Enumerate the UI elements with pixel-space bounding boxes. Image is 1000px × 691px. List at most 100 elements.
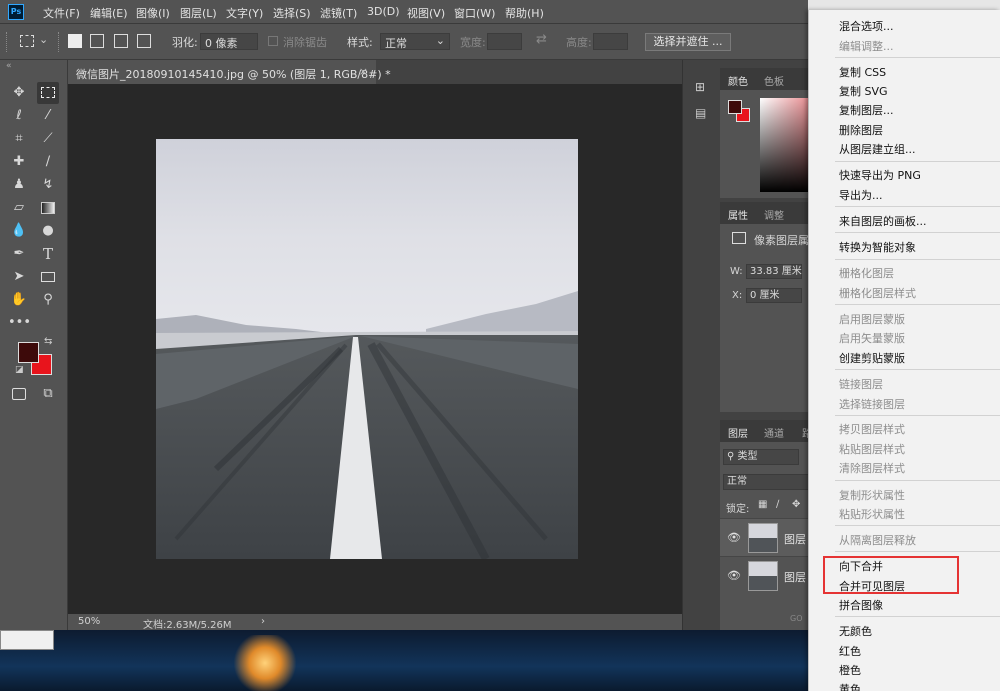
menu-help[interactable]: 帮助(H): [505, 5, 544, 21]
menu-3d[interactable]: 3D(D): [367, 5, 400, 18]
options-grip-icon[interactable]: [6, 32, 9, 52]
layer-name[interactable]: 图层: [784, 569, 806, 585]
tab-channels[interactable]: 通道: [764, 425, 784, 440]
layer-row[interactable]: 👁 图层: [720, 556, 810, 594]
panel-foreground-swatch[interactable]: [728, 100, 742, 114]
gradient-icon[interactable]: [37, 197, 59, 219]
lock-transparent-icon[interactable]: ▦: [758, 499, 767, 510]
tab-adjustments[interactable]: 调整: [764, 207, 784, 222]
swap-colors-icon[interactable]: ⇆: [44, 336, 52, 347]
screen-mode-icon[interactable]: ⧉: [37, 383, 59, 405]
menu-item-export-as[interactable]: 导出为...: [839, 187, 883, 203]
menu-item-yellow[interactable]: 黄色: [839, 681, 861, 691]
swap-dimensions-icon[interactable]: ⇄: [536, 32, 547, 47]
menu-item-orange[interactable]: 橙色: [839, 662, 861, 678]
tab-swatches[interactable]: 色板: [764, 73, 784, 88]
pen-icon[interactable]: ✒: [8, 243, 30, 265]
menu-item-copy-svg[interactable]: 复制 SVG: [839, 83, 888, 99]
menu-item-create-clipping-mask[interactable]: 创建剪贴蒙版: [839, 350, 905, 366]
menu-file[interactable]: 文件(F): [43, 5, 80, 21]
style-select[interactable]: 正常 ⌄: [380, 33, 450, 50]
blur-icon[interactable]: 💧: [8, 220, 30, 242]
quick-mask-icon[interactable]: [8, 383, 30, 405]
layer-row[interactable]: 👁 图层: [720, 518, 810, 556]
height-input[interactable]: [593, 33, 628, 50]
menu-type[interactable]: 文字(Y): [226, 5, 263, 21]
lasso-icon[interactable]: ℓ: [8, 105, 30, 127]
eye-icon[interactable]: 👁: [727, 569, 741, 582]
menu-edit[interactable]: 编辑(E): [90, 5, 128, 21]
lock-move-icon[interactable]: ✥: [792, 499, 800, 510]
eye-icon[interactable]: 👁: [727, 531, 741, 544]
brush-icon[interactable]: ∕: [37, 151, 59, 173]
more-tools-icon[interactable]: •••: [8, 312, 31, 334]
layer-name[interactable]: 图层: [784, 531, 806, 547]
move-icon[interactable]: ✥: [8, 82, 30, 104]
layers-footer-icons[interactable]: GO: [790, 614, 803, 623]
blend-mode-select[interactable]: 正常: [723, 474, 809, 490]
menu-item-red[interactable]: 红色: [839, 643, 861, 659]
add-selection-icon[interactable]: [90, 34, 104, 48]
collapse-icon[interactable]: «: [6, 61, 12, 71]
menu-item-delete-layer[interactable]: 删除图层: [839, 122, 883, 138]
menu-filter[interactable]: 滤镜(T): [320, 5, 357, 21]
menu-select[interactable]: 选择(S): [273, 5, 311, 21]
runway-photo[interactable]: [156, 139, 578, 559]
healing-brush-icon[interactable]: ✚: [8, 151, 30, 173]
zoom-icon[interactable]: ⚲: [37, 289, 59, 311]
rectangle-icon[interactable]: [37, 266, 59, 288]
menu-view[interactable]: 视图(V): [407, 5, 445, 21]
antialias-checkbox[interactable]: [268, 36, 278, 46]
menu-window[interactable]: 窗口(W): [454, 5, 495, 21]
history-panel-icon[interactable]: ⊞: [695, 80, 705, 94]
tab-layers[interactable]: 图层: [728, 425, 748, 440]
path-select-icon[interactable]: ➤: [8, 266, 30, 288]
canvas-area[interactable]: [68, 84, 682, 614]
layer-filter-select[interactable]: ⚲ 类型: [723, 449, 799, 465]
history-brush-icon[interactable]: ↯: [37, 174, 59, 196]
tab-color[interactable]: 颜色: [728, 73, 748, 88]
document-tab[interactable]: 微信图片_20180910145410.jpg @ 50% (图层 1, RGB…: [68, 60, 391, 84]
menu-item-artboard-from-layers[interactable]: 来自图层的画板...: [839, 213, 927, 229]
chevron-down-icon[interactable]: ⌄: [39, 33, 48, 46]
menu-item-quick-export-png[interactable]: 快速导出为 PNG: [839, 167, 921, 183]
menu-item-flatten-image[interactable]: 拼合图像: [839, 597, 883, 613]
foreground-color-swatch[interactable]: [18, 342, 39, 363]
dodge-icon[interactable]: ●: [37, 220, 59, 242]
feather-input[interactable]: 0 像素: [200, 33, 258, 50]
menu-item-group-from-layers[interactable]: 从图层建立组...: [839, 141, 916, 157]
menu-item-duplicate-layer[interactable]: 复制图层...: [839, 102, 894, 118]
default-colors-icon[interactable]: ◪: [15, 365, 24, 375]
x-input[interactable]: 0 厘米: [746, 288, 802, 303]
eraser-icon[interactable]: ▱: [8, 197, 30, 219]
magic-wand-icon[interactable]: ⁄: [37, 105, 59, 127]
lock-brush-icon[interactable]: ∕: [776, 499, 779, 510]
clone-stamp-icon[interactable]: ♟: [8, 174, 30, 196]
new-selection-icon[interactable]: [68, 34, 82, 48]
close-icon[interactable]: ×: [359, 65, 368, 78]
hand-icon[interactable]: ✋: [8, 289, 30, 311]
subtract-selection-icon[interactable]: [114, 34, 128, 48]
menu-item-no-color[interactable]: 无颜色: [839, 623, 872, 639]
w-input[interactable]: 33.83 厘米: [746, 264, 802, 279]
tab-properties[interactable]: 属性: [728, 207, 748, 222]
eyedropper-icon[interactable]: ⟋: [37, 128, 59, 150]
feather-label: 羽化:: [172, 36, 198, 49]
menu-layer[interactable]: 图层(L): [180, 5, 217, 21]
menu-item-blending-options[interactable]: 混合选项...: [839, 18, 894, 34]
taskbar-window-thumbnail[interactable]: [0, 630, 54, 650]
color-picker-field[interactable]: [760, 98, 810, 192]
menu-image[interactable]: 图像(I): [136, 5, 170, 21]
zoom-level[interactable]: 50%: [78, 616, 100, 627]
marquee-preset-icon[interactable]: [20, 35, 34, 47]
marquee-icon[interactable]: [37, 82, 59, 104]
width-input[interactable]: [487, 33, 522, 50]
crop-icon[interactable]: ⌗: [8, 128, 30, 150]
status-menu-arrow[interactable]: ›: [261, 616, 265, 627]
actions-panel-icon[interactable]: ▤: [695, 106, 706, 120]
type-icon[interactable]: T: [37, 243, 59, 265]
menu-item-convert-smart-object[interactable]: 转换为智能对象: [839, 239, 916, 255]
intersect-selection-icon[interactable]: [137, 34, 151, 48]
select-and-mask-button[interactable]: 选择并遮住 ...: [645, 33, 731, 51]
menu-item-copy-css[interactable]: 复制 CSS: [839, 64, 886, 80]
